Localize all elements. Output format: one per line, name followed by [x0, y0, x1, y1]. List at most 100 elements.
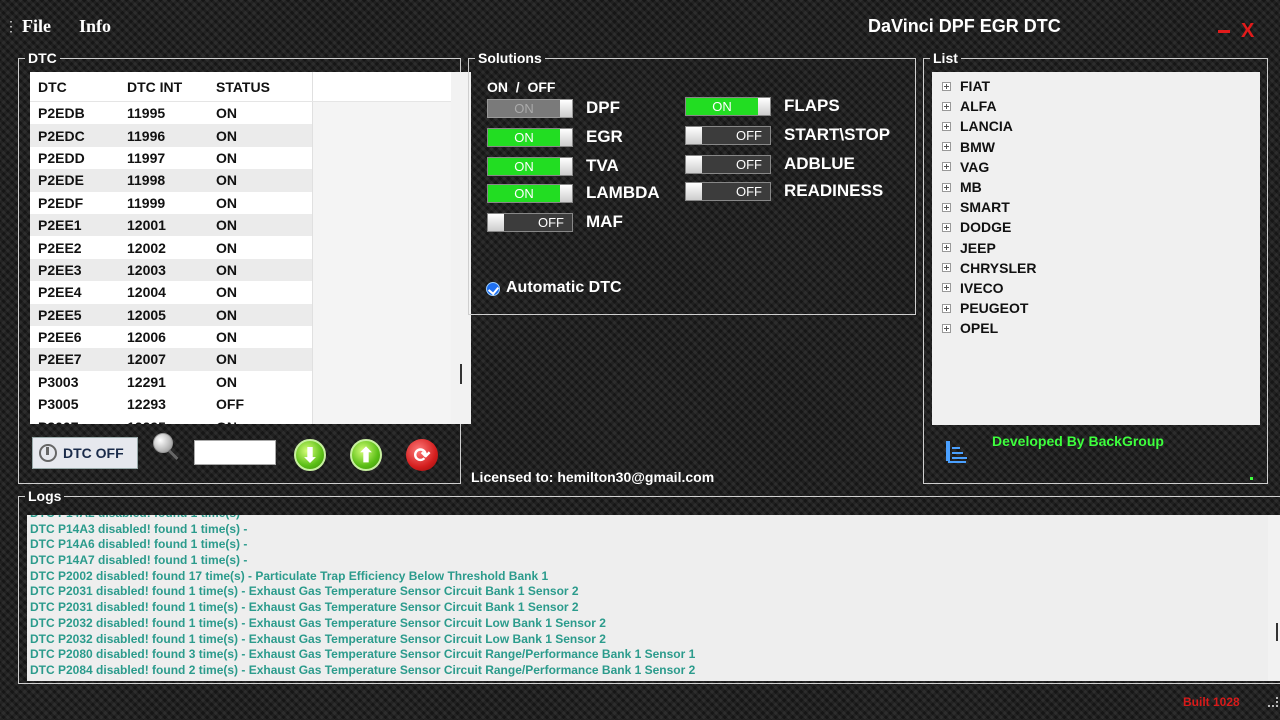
list-item[interactable]: JEEP [932, 238, 1260, 258]
toggle-tva[interactable]: ON [487, 157, 573, 176]
dtc-table: DTC DTC INT STATUS P2EDB 11995 ON P2EDC 1199… [30, 72, 451, 424]
menu-file[interactable]: File [22, 16, 51, 37]
toggle-knob [686, 127, 702, 144]
expand-plus-icon[interactable] [942, 142, 951, 152]
table-row[interactable]: P2EE1 12001 ON [30, 213, 451, 237]
list-item[interactable]: SMART [932, 197, 1260, 217]
arrow-down-button[interactable]: ⬇ [294, 439, 326, 471]
dtc-group-title: DTC [25, 50, 60, 66]
expand-plus-icon[interactable] [942, 323, 951, 333]
list-item[interactable]: MB [932, 177, 1260, 197]
search-input[interactable] [194, 440, 276, 465]
toggle-knob [560, 185, 572, 202]
menu-info[interactable]: Info [79, 16, 111, 37]
dtc-scroll-thumb[interactable] [460, 364, 462, 384]
logs-scrollbar[interactable] [1268, 515, 1280, 681]
toggle-flaps[interactable]: ON [685, 97, 771, 116]
toggle-knob [758, 98, 770, 115]
list-item[interactable]: LANCIA [932, 116, 1260, 136]
list-item[interactable]: IVECO [932, 278, 1260, 298]
table-row[interactable]: P2EDC 11996 ON [30, 124, 451, 147]
minimize-button[interactable] [1218, 30, 1230, 33]
toggle-state-text: ON [488, 100, 560, 117]
expand-plus-icon[interactable] [942, 243, 951, 253]
list-item[interactable]: PEUGEOT [932, 298, 1260, 318]
toggle-start-stop[interactable]: OFF [685, 126, 771, 145]
toggle-maf[interactable]: OFF [487, 213, 573, 232]
dtc-code: P3003 [38, 373, 79, 390]
dtc-int: 12001 [127, 217, 166, 234]
close-button[interactable]: X [1241, 20, 1254, 43]
solutions-group: Solutions ON / OFF ON DPF ON EGR ON TVA ON LAMB… [468, 50, 916, 315]
toggle-adblue[interactable]: OFF [685, 155, 771, 174]
toggle-state-text: OFF [504, 214, 572, 231]
automatic-dtc-checkbox[interactable] [486, 282, 500, 296]
toggle-egr[interactable]: ON [487, 128, 573, 147]
arrow-up-button[interactable]: ⬆ [350, 439, 382, 471]
list-item[interactable]: BMW [932, 137, 1260, 157]
table-cell-empty [312, 258, 451, 282]
list-item[interactable]: CHRYSLER [932, 258, 1260, 278]
table-cell-empty [312, 303, 451, 326]
toggle-state-text: OFF [702, 127, 770, 144]
dtc-status: ON [216, 329, 237, 346]
expand-plus-icon[interactable] [942, 303, 951, 313]
list-item[interactable]: ALFA [932, 96, 1260, 116]
refresh-button[interactable]: ⟳ [406, 439, 438, 471]
table-row[interactable]: P300712295ON [30, 415, 451, 424]
table-row[interactable]: P2EE6 12006 ON [30, 325, 451, 349]
table-row[interactable]: P2EE2 12002 ON [30, 236, 451, 259]
toggle-dpf[interactable]: ON [487, 99, 573, 118]
list-item[interactable]: VAG [932, 157, 1260, 177]
list-item[interactable]: OPEL [932, 318, 1260, 338]
dtc-int: 12002 [127, 239, 166, 256]
solution-label-egr: EGR [586, 127, 623, 146]
table-row[interactable]: P2EDF 11999 ON [30, 191, 451, 214]
toggle-lambda[interactable]: ON [487, 184, 573, 203]
menu-grip-icon[interactable]: ⋮ [4, 19, 18, 33]
toggle-knob [488, 214, 504, 231]
list-item-label: BMW [960, 138, 995, 155]
list-item[interactable]: FIAT [932, 76, 1260, 96]
col-header-status[interactable]: STATUS [208, 79, 312, 95]
table-row[interactable]: P2EE7 12007 ON [30, 348, 451, 371]
dtc-int: 12295 [119, 419, 208, 424]
table-row[interactable]: P2EDD 11997 ON [30, 146, 451, 170]
logs-text-area[interactable]: DTC P14A2 disabled! found 1 time(s) -DTC… [27, 515, 1268, 681]
table-row[interactable]: P3005 12293 OFF [30, 393, 451, 416]
dtc-int: 12004 [127, 284, 166, 301]
expand-plus-icon[interactable] [942, 182, 951, 192]
expand-plus-icon[interactable] [942, 81, 951, 91]
col-header-dtc-int[interactable]: DTC INT [119, 79, 208, 95]
sort-bars-icon[interactable] [944, 439, 968, 465]
expand-plus-icon[interactable] [942, 222, 951, 232]
table-row[interactable]: P2EE3 12003 ON [30, 258, 451, 282]
solution-label-maf: MAF [586, 212, 623, 231]
search-icon[interactable] [153, 433, 181, 461]
expand-plus-icon[interactable] [942, 121, 951, 131]
table-row[interactable]: P3003 12291 ON [30, 370, 451, 394]
expand-plus-icon[interactable] [942, 283, 951, 293]
dtc-code: P2EE5 [38, 306, 82, 323]
resize-grip-icon[interactable] [1268, 697, 1278, 707]
expand-plus-icon[interactable] [942, 162, 951, 172]
dtc-status: ON [216, 261, 237, 278]
expand-plus-icon[interactable] [942, 202, 951, 212]
automatic-dtc-label[interactable]: Automatic DTC [506, 279, 622, 297]
toggle-readiness[interactable]: OFF [685, 182, 771, 201]
table-row[interactable]: P2EE4 12004 ON [30, 281, 451, 304]
expand-plus-icon[interactable] [942, 101, 951, 111]
col-header-dtc[interactable]: DTC [30, 79, 119, 95]
table-row[interactable]: P2EDB 11995 ON [30, 102, 451, 125]
table-row[interactable]: P2EE5 12005 ON [30, 303, 451, 326]
dtc-code: P2EE6 [38, 329, 82, 346]
expand-plus-icon[interactable] [942, 263, 951, 273]
dtc-code: P2EE2 [38, 239, 82, 256]
power-icon [39, 444, 57, 462]
list-item[interactable]: DODGE [932, 217, 1260, 237]
dtc-off-button[interactable]: DTC OFF [32, 437, 138, 469]
developed-by-text: Developed By BackGroup [992, 433, 1164, 449]
list-item-label: CHRYSLER [960, 259, 1037, 276]
table-row[interactable]: P2EDE 11998 ON [30, 169, 451, 192]
logs-scroll-thumb[interactable] [1276, 623, 1278, 641]
